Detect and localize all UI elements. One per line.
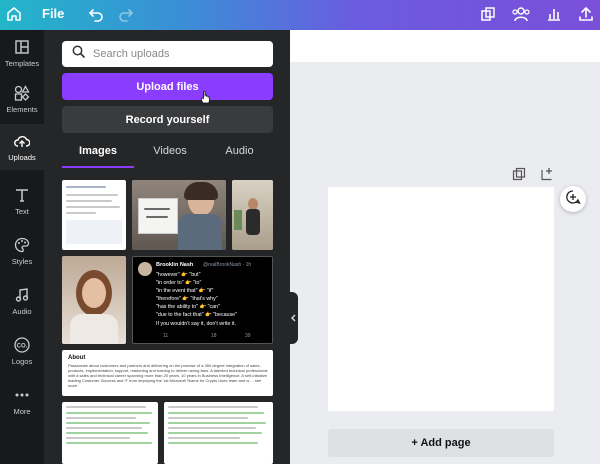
rail-item-text[interactable]: Text [0, 178, 44, 224]
media-tabs: Images Videos Audio [62, 145, 273, 168]
tweet-line: "has the ability to" 👉 "can" [156, 304, 220, 310]
about-title: About [68, 355, 86, 361]
tweet-line: "in order to" 👉 "to" [156, 280, 202, 286]
rail-item-templates[interactable]: Templates [0, 30, 44, 76]
add-page-button[interactable]: + Add page [328, 429, 554, 457]
templates-icon [13, 38, 31, 56]
upload-thumbnail[interactable] [232, 180, 273, 250]
rail-label: Uploads [8, 153, 36, 162]
upload-files-button[interactable]: Upload files [62, 73, 273, 100]
avatar [138, 262, 152, 276]
editor-toolbar [290, 30, 600, 62]
about-thumbnail[interactable]: About Passionate about customers and par… [62, 350, 273, 396]
insights-icon[interactable] [544, 4, 564, 24]
undo-icon[interactable] [86, 4, 106, 24]
tweet-line: "however" 👉 "but" [156, 272, 201, 278]
tab-images[interactable]: Images [62, 145, 134, 157]
svg-text:CO.: CO. [17, 344, 28, 350]
text-icon [13, 186, 31, 204]
tab-videos[interactable]: Videos [134, 145, 206, 157]
share-people-icon[interactable] [510, 4, 532, 24]
styles-icon [13, 236, 31, 254]
add-page-icon[interactable] [540, 167, 554, 183]
search-box[interactable] [62, 41, 273, 67]
resize-icon[interactable] [478, 4, 498, 24]
rail-label: Audio [12, 307, 32, 316]
redo-icon[interactable] [116, 4, 136, 24]
page-actions [512, 167, 554, 183]
tweet-thumbnail[interactable]: Brooklin Nash @realBrookNash · 1h "howev… [132, 256, 273, 344]
duplicate-page-icon[interactable] [512, 167, 526, 183]
more-icon [13, 386, 31, 404]
tweet-footer: If you wouldn't say it, don't write it. [156, 321, 237, 327]
audio-icon [13, 286, 31, 304]
rail-label: Templates [4, 59, 40, 68]
design-page[interactable] [328, 187, 554, 411]
tweet-retweets: 18 [211, 333, 217, 339]
rail-item-elements[interactable]: Elements [0, 76, 44, 122]
rail-item-logos[interactable]: CO. Logos [0, 328, 44, 374]
chevron-left-icon [290, 309, 296, 327]
tweet-line: "therefore" 👉 "that's why" [156, 296, 218, 302]
upload-thumbnail[interactable] [62, 402, 158, 464]
rail-item-audio[interactable]: Audio [0, 278, 44, 324]
upload-thumbnail[interactable] [62, 180, 126, 250]
tab-audio[interactable]: Audio [206, 145, 273, 157]
upload-thumbnail[interactable] [164, 402, 273, 464]
record-yourself-button[interactable]: Record yourself [62, 106, 273, 133]
tweet-author: Brooklin Nash [156, 262, 194, 268]
tweet-likes: 39 [245, 333, 251, 339]
tweet-body: "however" 👉 "but" "in order to" 👉 "to" "… [156, 271, 237, 319]
rail-item-styles[interactable]: Styles [0, 228, 44, 274]
upload-thumbnail[interactable] [62, 256, 126, 344]
elements-icon [13, 84, 31, 102]
tweet-line: "due to the fact that" 👉 "because" [156, 312, 237, 318]
upload-thumbnail[interactable] [132, 180, 226, 250]
rail-item-uploads[interactable]: Uploads [0, 124, 44, 170]
rail-label: Text [15, 207, 29, 216]
home-icon[interactable] [4, 4, 24, 24]
search-icon [72, 45, 85, 63]
rail-label: More [13, 407, 31, 416]
rail-label: Styles [11, 257, 33, 266]
file-menu-button[interactable]: File [42, 6, 64, 21]
about-text: Passionate about customers and partners … [68, 363, 268, 388]
tweet-handle: @realBrookNash · 1h [203, 262, 252, 268]
uploads-grid: Brooklin Nash @realBrookNash · 1h "howev… [62, 180, 273, 464]
rail-label: Logos [11, 357, 33, 366]
upload-icon[interactable] [576, 4, 596, 24]
active-tab-indicator [62, 166, 134, 168]
uploads-icon [13, 132, 31, 150]
comment-add-icon [565, 189, 581, 210]
top-bar: File [0, 0, 600, 30]
logos-icon: CO. [13, 336, 31, 354]
comment-button[interactable] [560, 186, 586, 212]
tweet-replies: 11 [163, 333, 169, 339]
collapse-panel-handle[interactable] [288, 292, 298, 344]
left-rail: Templates Elements Uploads Text Styles A… [0, 30, 44, 464]
rail-label: Elements [6, 105, 38, 114]
search-input[interactable] [93, 48, 263, 60]
hand-pointer-icon [200, 90, 212, 104]
rail-item-more[interactable]: More [0, 378, 44, 424]
uploads-panel: Upload files Record yourself Images Vide… [44, 30, 290, 464]
tweet-line: "in the event that" 👉 "if" [156, 288, 214, 294]
